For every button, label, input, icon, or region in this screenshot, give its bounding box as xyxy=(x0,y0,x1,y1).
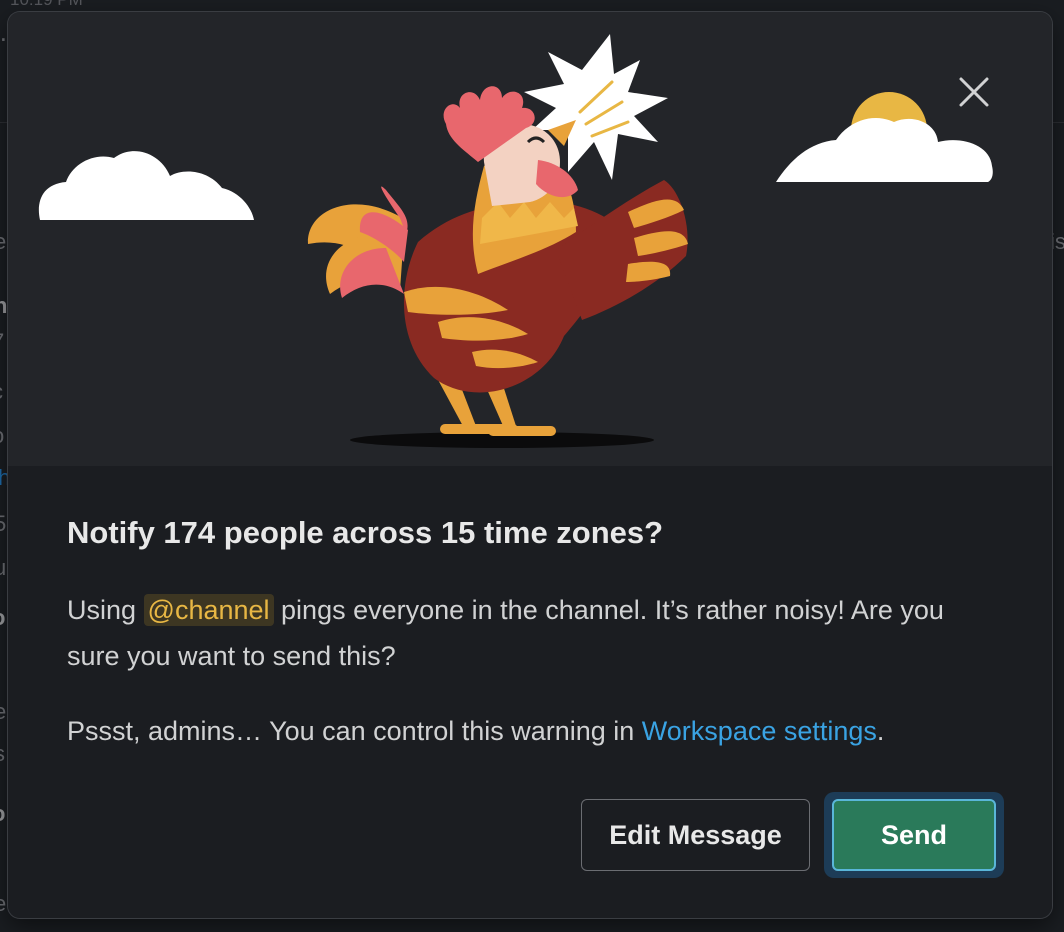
dialog-description: Using @channel pings everyone in the cha… xyxy=(67,587,997,679)
background-fragment: 7 xyxy=(0,330,4,354)
background-fragment: s xyxy=(0,742,5,766)
background-fragment: u xyxy=(0,555,7,580)
edit-message-button[interactable]: Edit Message xyxy=(581,799,810,871)
background-fragment: o xyxy=(0,606,5,630)
admin-note-period: . xyxy=(876,716,885,746)
workspace-settings-link[interactable]: Workspace settings xyxy=(642,716,877,746)
description-text-before: Using xyxy=(67,595,144,625)
hero-illustration xyxy=(8,12,1052,466)
background-fragment: e xyxy=(0,891,7,916)
close-button[interactable] xyxy=(952,70,996,114)
admin-note: Pssst, admins… You can control this warn… xyxy=(67,708,997,754)
dialog-body: Notify 174 people across 15 time zones? … xyxy=(8,466,1052,918)
background-fragment: o xyxy=(0,802,5,826)
background-fragment: e xyxy=(0,229,7,254)
background-fragment: e xyxy=(0,699,7,724)
rooster-illustration xyxy=(38,34,993,448)
close-icon xyxy=(959,77,989,107)
admin-note-text: Pssst, admins… You can control this warn… xyxy=(67,716,642,746)
background-fragment: 5 xyxy=(0,511,7,536)
rooster-tail xyxy=(307,186,408,298)
left-cloud-icon xyxy=(38,151,254,220)
background-fragment: o xyxy=(0,424,4,448)
background-fragment: n xyxy=(0,293,8,318)
send-button[interactable]: Send xyxy=(832,799,996,871)
dialog-title: Notify 174 people across 15 time zones? xyxy=(67,515,664,550)
right-cloud-icon xyxy=(776,118,993,182)
background-timestamp: 10:19 PM xyxy=(10,0,83,10)
notify-channel-dialog: Notify 174 people across 15 time zones? … xyxy=(8,12,1052,918)
background-fragment: is xyxy=(1050,229,1064,254)
background-fragment: c xyxy=(0,380,3,404)
background-fragment: l. xyxy=(0,17,7,47)
channel-mention-tag: @channel xyxy=(143,594,274,626)
